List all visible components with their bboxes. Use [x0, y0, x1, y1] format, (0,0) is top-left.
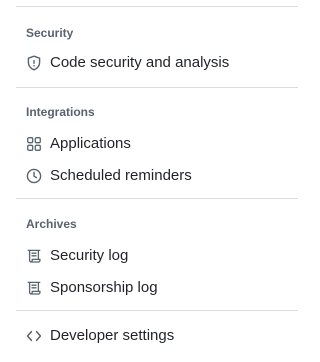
apps-grid-icon: [26, 136, 42, 152]
section-heading-archives: Archives: [26, 217, 77, 231]
sidebar-item-label: Sponsorship log: [50, 279, 158, 296]
sidebar-item-label: Security log: [50, 247, 129, 264]
shield-icon: [26, 55, 42, 71]
sidebar-item-code-security[interactable]: Code security and analysis: [16, 47, 298, 79]
sidebar-item-applications[interactable]: Applications: [16, 128, 298, 160]
sidebar-item-label: Developer settings: [50, 327, 175, 344]
sidebar-item-security-log[interactable]: Security log: [16, 240, 298, 272]
code-icon: [26, 328, 42, 344]
sidebar-item-label: Code security and analysis: [50, 54, 230, 71]
section-heading-integrations: Integrations: [26, 105, 95, 119]
sidebar-item-label: Applications: [50, 135, 131, 152]
clock-icon: [26, 168, 42, 184]
sidebar-item-developer-settings[interactable]: Developer settings: [16, 320, 298, 352]
divider: [16, 310, 298, 311]
log-icon: [26, 248, 42, 264]
sidebar-item-label: Scheduled reminders: [50, 167, 192, 184]
sidebar-item-sponsorship-log[interactable]: Sponsorship log: [16, 272, 298, 304]
divider: [16, 198, 298, 199]
sidebar-item-scheduled-reminders[interactable]: Scheduled reminders: [16, 160, 298, 192]
log-icon: [26, 280, 42, 296]
section-heading-security: Security: [26, 26, 74, 40]
divider: [16, 6, 298, 7]
divider: [16, 87, 298, 88]
